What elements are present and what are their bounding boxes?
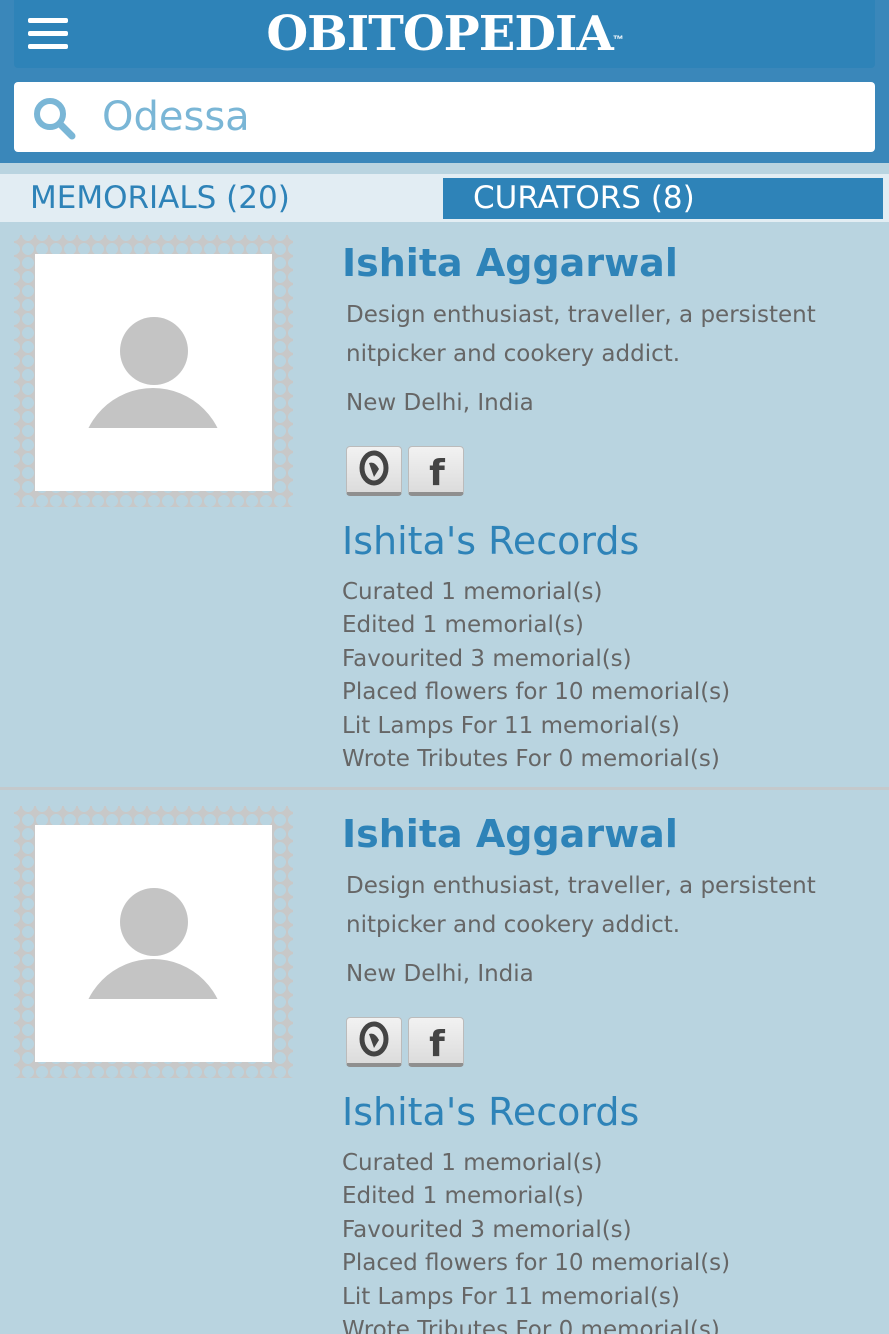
- record-item: Placed flowers for 10 memorial(s): [342, 1250, 731, 1277]
- record-item: Placed flowers for 10 memorial(s): [342, 679, 731, 706]
- records-list: Curated 1 memorial(s) Edited 1 memorial(s…: [342, 576, 730, 776]
- avatar[interactable]: [35, 254, 272, 491]
- avatar-placeholder-icon: [120, 888, 188, 956]
- search-icon[interactable]: [32, 96, 76, 140]
- curator-location: New Delhi, India: [346, 961, 534, 987]
- svg-text:f: f: [429, 1024, 445, 1064]
- facebook-icon[interactable]: f: [408, 1017, 464, 1067]
- record-item: Curated 1 memorial(s): [342, 579, 603, 605]
- record-item: Edited 1 memorial(s): [342, 1183, 584, 1210]
- obitopedia-icon[interactable]: [346, 446, 402, 496]
- search-input[interactable]: [102, 90, 862, 144]
- svg-text:f: f: [429, 453, 445, 493]
- obitopedia-icon[interactable]: [346, 1017, 402, 1067]
- curator-card[interactable]: Ishita Aggarwal Design enthusiast, trave…: [0, 224, 889, 792]
- records-title: Ishita's Records: [342, 1090, 640, 1134]
- avatar-placeholder-icon: [120, 317, 188, 385]
- app-header: OBITOPEDIA™: [14, 0, 875, 68]
- record-item: Wrote Tributes For 0 memorial(s): [342, 1317, 720, 1334]
- record-item: Wrote Tributes For 0 memorial(s): [342, 746, 720, 773]
- tab-bar: MEMORIALS (20) CURATORS (8): [0, 174, 889, 222]
- curator-name[interactable]: Ishita Aggarwal: [342, 811, 678, 857]
- tab-curators[interactable]: CURATORS (8): [443, 178, 883, 219]
- curator-name[interactable]: Ishita Aggarwal: [342, 240, 678, 286]
- app-logo[interactable]: OBITOPEDIA™: [14, 6, 875, 62]
- record-item: Edited 1 memorial(s): [342, 612, 584, 639]
- record-item: Lit Lamps For 11 memorial(s): [342, 1283, 680, 1310]
- trademark-mark: ™: [612, 34, 624, 46]
- top-bar: OBITOPEDIA™: [0, 0, 889, 163]
- curator-location: New Delhi, India: [346, 390, 534, 416]
- record-item: Lit Lamps For 11 memorial(s): [342, 712, 680, 739]
- curator-bio: Design enthusiast, traveller, a persiste…: [346, 873, 816, 938]
- tab-memorials[interactable]: MEMORIALS (20): [0, 178, 440, 219]
- search-bar[interactable]: [14, 82, 875, 152]
- card-divider: [0, 787, 889, 790]
- curator-bio: Design enthusiast, traveller, a persiste…: [346, 302, 816, 367]
- facebook-icon[interactable]: f: [408, 446, 464, 496]
- avatar[interactable]: [35, 825, 272, 1062]
- record-item: Favourited 3 memorial(s): [342, 645, 632, 672]
- records-title: Ishita's Records: [342, 519, 640, 563]
- curator-card[interactable]: Ishita Aggarwal Design enthusiast, trave…: [0, 795, 889, 1334]
- records-list: Curated 1 memorial(s) Edited 1 memorial(s…: [342, 1147, 730, 1334]
- record-item: Curated 1 memorial(s): [342, 1150, 603, 1176]
- record-item: Favourited 3 memorial(s): [342, 1216, 632, 1243]
